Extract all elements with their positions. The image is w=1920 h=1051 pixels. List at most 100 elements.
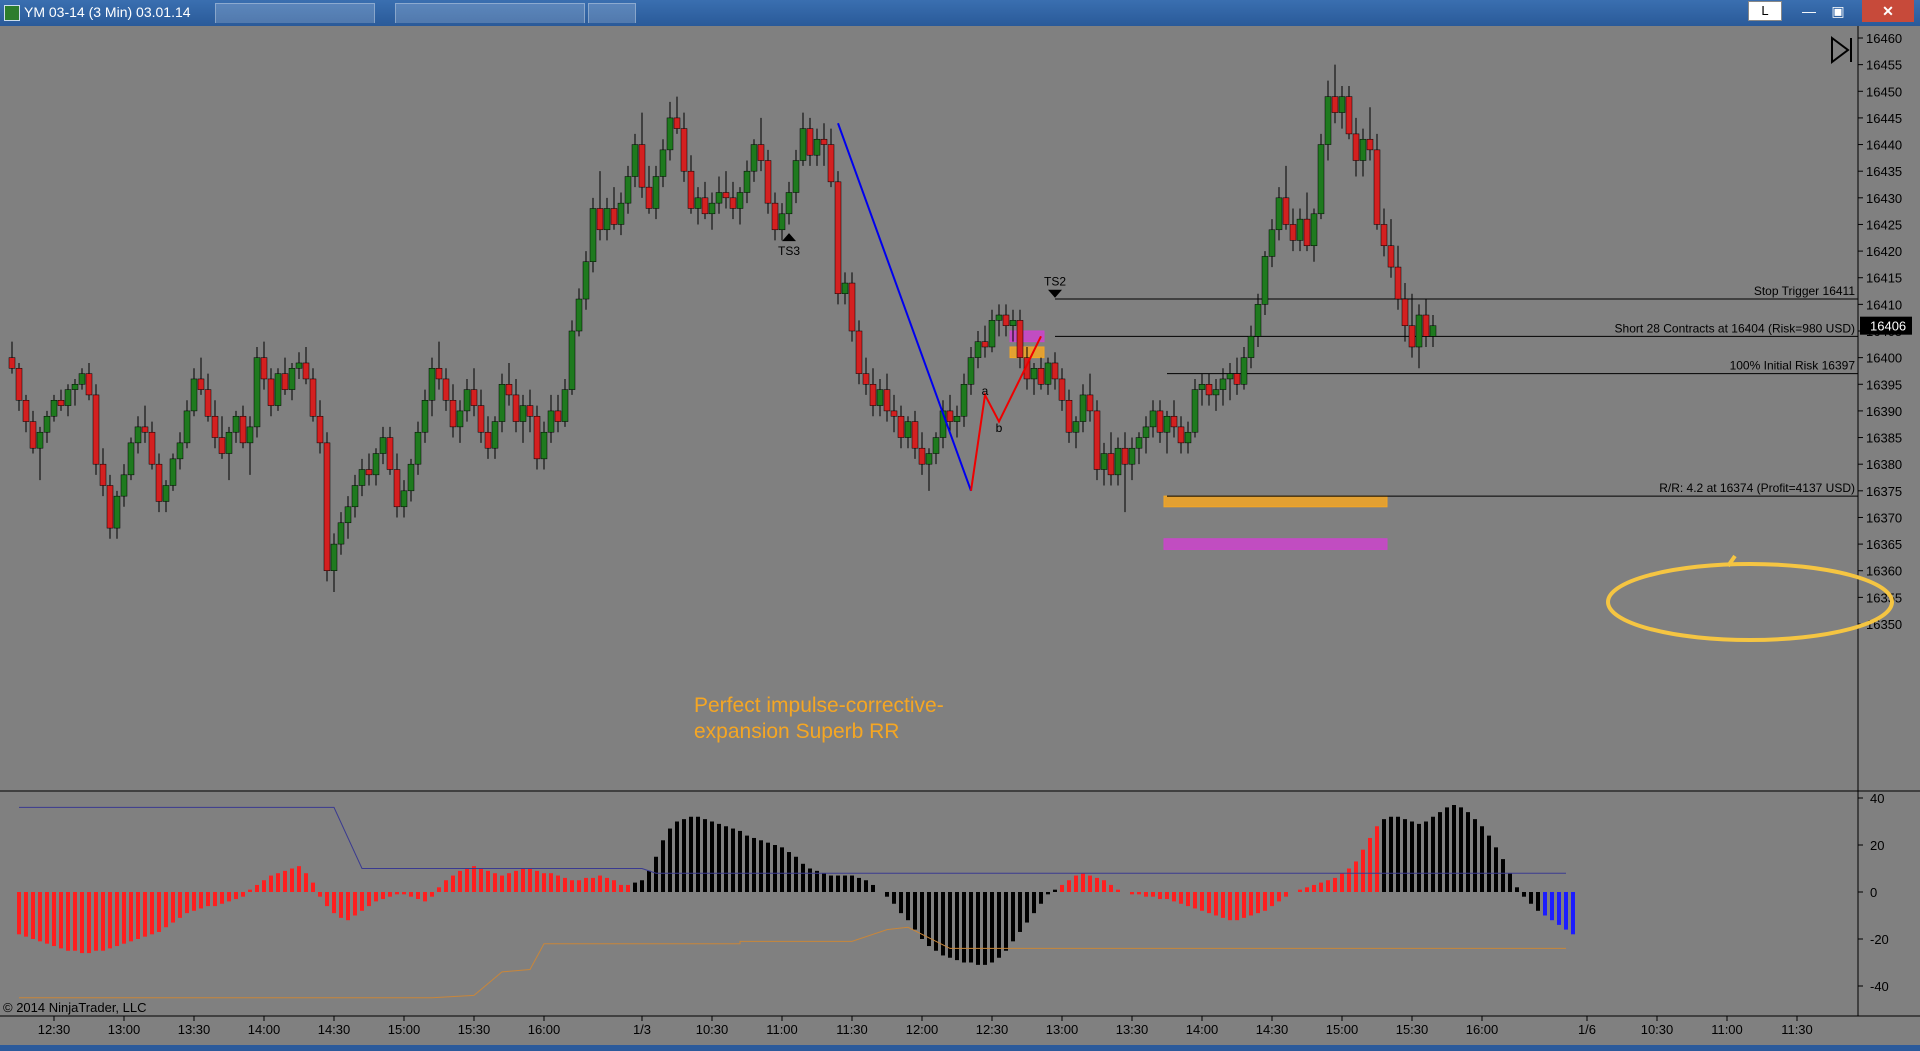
candle-body [1212,389,1220,396]
price-tick-label: 16435 [1866,164,1902,179]
pattern-point-label: b [996,421,1003,435]
candle-body [659,149,667,177]
candle-body [211,415,219,438]
candle-body [428,368,436,401]
candle-body [169,458,177,486]
close-button[interactable]: ✕ [1862,0,1914,22]
candle-body [407,463,415,492]
candle-body [974,341,982,358]
candle-body [1079,394,1087,422]
l-button[interactable]: L [1748,1,1782,21]
candle-body [722,192,730,199]
candle-body [1289,224,1297,241]
candle-body [239,415,247,444]
candle-body [15,368,23,401]
candle-body [652,176,660,209]
candle-body [155,463,163,502]
candle-body [834,181,842,294]
time-tick-label: 15:30 [1396,1022,1429,1037]
candle-body [162,485,170,502]
candle-body [1324,96,1332,145]
candle-body [288,368,296,390]
candle-body [36,431,44,449]
browser-tab[interactable] [215,3,375,23]
candle-body [85,373,93,396]
price-tick-label: 16455 [1866,58,1902,73]
candle-body [603,208,611,231]
candle-body [778,213,786,231]
time-tick-label: 12:30 [38,1022,71,1037]
candle-body [134,426,142,444]
time-tick-label: 16:00 [1466,1022,1499,1037]
candle-body [1058,378,1066,401]
candle-body [43,415,51,433]
candle-body [666,117,674,151]
candle-body [1240,357,1248,385]
candle-body [1170,415,1178,428]
candle-body [708,202,716,215]
candle-body [106,485,114,529]
candle-body [281,373,289,390]
time-tick-label: 15:00 [1326,1022,1359,1037]
price-tick-label: 16380 [1866,457,1902,472]
browser-tab[interactable] [588,3,636,23]
candle-body [967,357,975,385]
copyright-text: © 2014 NinjaTrader, LLC [3,1000,147,1015]
candle-body [351,485,359,508]
time-tick-label: 13:00 [1046,1022,1079,1037]
candle-body [190,378,198,412]
price-tick-label: 16400 [1866,351,1902,366]
candle-body [1114,447,1122,476]
candle-body [1065,400,1073,433]
candle-body [484,431,492,449]
time-tick-label: 13:30 [178,1022,211,1037]
price-tick-label: 16395 [1866,377,1902,392]
restore-button[interactable]: ▣ [1825,0,1851,22]
current-price-label: 16406 [1870,319,1906,334]
candle-body [1408,325,1416,348]
candle-body [337,522,345,545]
candle-body [1331,96,1339,113]
time-tick-label: 15:30 [458,1022,491,1037]
candle-body [253,357,261,428]
browser-tab[interactable] [395,3,585,23]
trade-line-label: 100% Initial Risk 16397 [1730,359,1856,373]
candle-body [1191,389,1199,433]
time-tick-label: 16:00 [528,1022,561,1037]
price-chart[interactable]: Stop Trigger 16411 Short 28 Contracts at … [0,26,1920,1045]
candle-body [1051,362,1059,380]
time-tick-label: 14:00 [248,1022,281,1037]
candle-body [141,426,149,433]
candle-body [204,389,212,417]
candle-body [960,384,968,417]
candle-body [1037,368,1045,385]
candle-body [512,394,520,422]
candle-body [1282,197,1290,225]
candle-body [8,357,16,369]
candle-body [848,282,856,332]
candle-body [323,442,331,571]
candle-body [1135,437,1143,449]
minimize-button[interactable]: — [1796,0,1822,22]
candle-body [1373,149,1381,225]
candle-body [1121,447,1129,465]
candle-body [701,197,709,215]
candle-body [568,330,576,390]
candle-body [897,415,905,438]
candle-body [757,144,765,161]
candle-body [1422,314,1430,337]
time-tick-label: 13:00 [108,1022,141,1037]
candle-body [1275,197,1283,231]
candle-body [1205,384,1213,396]
price-tick-label: 16445 [1866,111,1902,126]
candle-body [946,410,954,422]
candle-body [953,415,961,422]
candle-body [1261,256,1269,305]
candle-body [1401,298,1409,326]
candle-body [1128,447,1136,465]
candle-body [1107,453,1115,476]
time-tick-label: 1/3 [633,1022,651,1037]
candle-body [1345,96,1353,135]
candle-body [22,400,30,422]
window-titlebar: YM 03-14 (3 Min) 03.01.14 L — ▣ ✕ [0,0,1920,26]
